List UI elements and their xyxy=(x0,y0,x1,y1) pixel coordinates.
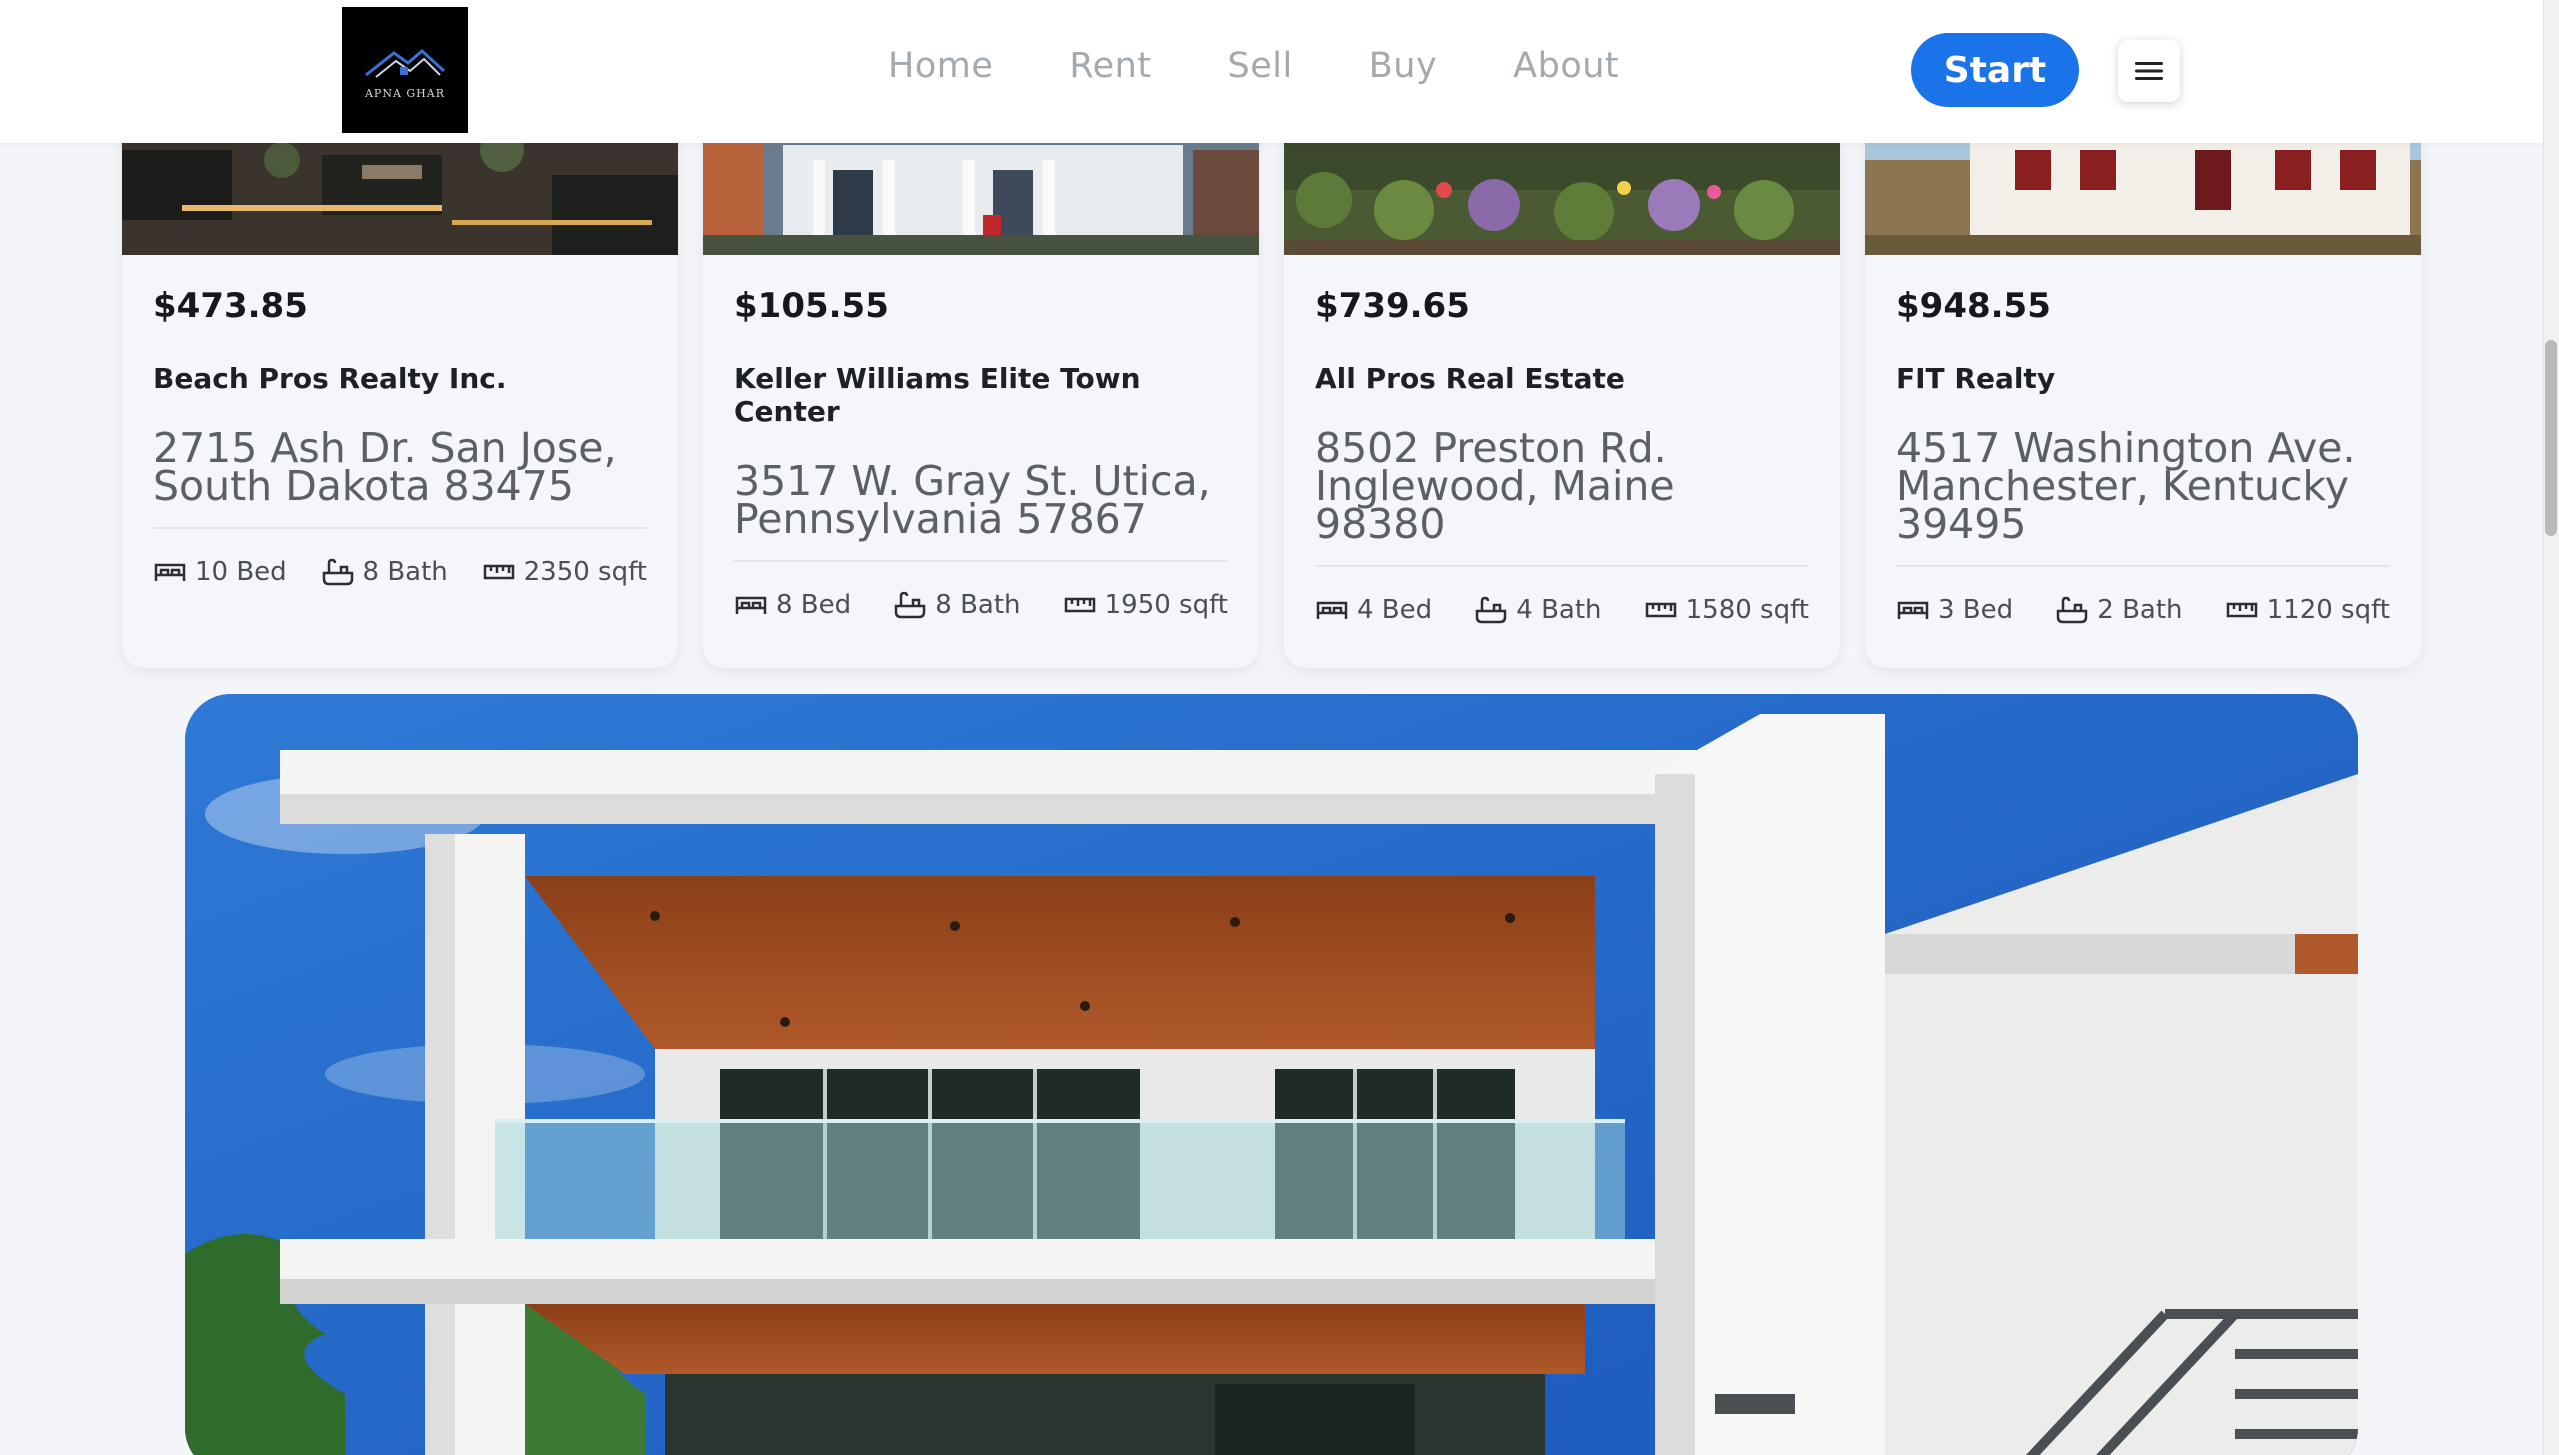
listing-features: 8 Bed 8 Bath 1950 sqft xyxy=(734,590,1228,620)
listing-price: $473.85 xyxy=(153,286,308,326)
hero-house-image xyxy=(185,694,2358,1455)
navbar: APNA GHAR Home Rent Sell Buy About Start xyxy=(0,0,2543,143)
bed-count: 10 Bed xyxy=(195,557,287,587)
card-body: $739.65 All Pros Real Estate 8502 Presto… xyxy=(1315,286,1809,625)
listing-features: 10 Bed 8 Bath 2350 sqft xyxy=(153,557,647,587)
ruler-icon xyxy=(483,564,514,580)
bath-icon xyxy=(322,558,353,586)
feature-bed: 3 Bed xyxy=(1896,595,2013,625)
listing-agency: Keller Williams Elite Town Center xyxy=(734,362,1141,428)
feature-bed: 10 Bed xyxy=(153,557,287,587)
feature-area: 1120 sqft xyxy=(2225,595,2390,625)
bed-icon xyxy=(1897,601,1929,619)
card-body: $948.55 FIT Realty 4517 Washington Ave. … xyxy=(1896,286,2390,625)
nav-link-home[interactable]: Home xyxy=(888,46,993,86)
brand-logo[interactable]: APNA GHAR xyxy=(342,7,468,133)
bed-icon xyxy=(1316,601,1348,619)
listing-features: 4 Bed 4 Bath 1580 sqft xyxy=(1315,595,1809,625)
ruler-icon xyxy=(1645,602,1676,618)
nav-link-buy[interactable]: Buy xyxy=(1369,46,1437,86)
card-divider xyxy=(153,527,647,529)
bath-count: 2 Bath xyxy=(2097,595,2183,625)
bath-count: 8 Bath xyxy=(362,557,448,587)
area-size: 1580 sqft xyxy=(1685,595,1809,625)
page-scrollbar[interactable] xyxy=(2543,0,2559,1455)
bed-icon xyxy=(154,563,186,581)
bath-icon xyxy=(1476,596,1507,624)
feature-bath: 8 Bath xyxy=(321,557,448,587)
feature-area: 1950 sqft xyxy=(1063,590,1228,620)
card-divider xyxy=(1896,565,2390,567)
nav-links: Home Rent Sell Buy About xyxy=(888,46,1695,86)
card-body: $473.85 Beach Pros Realty Inc. 2715 Ash … xyxy=(153,286,647,587)
nav-link-rent[interactable]: Rent xyxy=(1069,46,1151,86)
hamburger-menu-icon xyxy=(2135,62,2163,80)
feature-bed: 4 Bed xyxy=(1315,595,1432,625)
bath-count: 4 Bath xyxy=(1516,595,1602,625)
listing-address: 4517 Washington Ave. Manchester, Kentuck… xyxy=(1896,424,2356,548)
nav-link-sell[interactable]: Sell xyxy=(1228,46,1293,86)
listing-address: 3517 W. Gray St. Utica, Pennsylvania 578… xyxy=(734,457,1211,543)
scrollbar-thumb[interactable] xyxy=(2545,340,2557,536)
listing-agency: Beach Pros Realty Inc. xyxy=(153,362,507,395)
bed-count: 3 Bed xyxy=(1938,595,2014,625)
nav-link-about[interactable]: About xyxy=(1513,46,1619,86)
feature-bath: 2 Bath xyxy=(2055,595,2183,625)
listing-agency: FIT Realty xyxy=(1896,362,2056,395)
bed-count: 8 Bed xyxy=(776,590,852,620)
bed-count: 4 Bed xyxy=(1357,595,1433,625)
listing-features: 3 Bed 2 Bath 1120 sqft xyxy=(1896,595,2390,625)
bath-icon xyxy=(2057,596,2088,624)
bath-icon xyxy=(895,591,926,619)
logo-text: APNA GHAR xyxy=(364,86,446,100)
listing-price: $948.55 xyxy=(1896,286,2051,326)
bed-icon xyxy=(735,596,767,614)
listing-price: $105.55 xyxy=(734,286,889,326)
start-button[interactable]: Start xyxy=(1911,33,2079,107)
feature-bath: 8 Bath xyxy=(893,590,1021,620)
bath-count: 8 Bath xyxy=(935,590,1021,620)
ruler-icon xyxy=(1064,597,1095,613)
area-size: 1120 sqft xyxy=(2266,595,2390,625)
card-divider xyxy=(734,560,1228,562)
listing-agency: All Pros Real Estate xyxy=(1315,362,1625,395)
card-body: $105.55 Keller Williams Elite Town Cente… xyxy=(734,286,1228,620)
feature-area: 2350 sqft xyxy=(482,557,647,587)
feature-bath: 4 Bath xyxy=(1474,595,1602,625)
ruler-icon xyxy=(2226,602,2257,618)
menu-button[interactable] xyxy=(2118,40,2180,102)
listing-address: 8502 Preston Rd. Inglewood, Maine 98380 xyxy=(1315,424,1675,548)
feature-bed: 8 Bed xyxy=(734,590,851,620)
card-divider xyxy=(1315,565,1809,567)
listing-address: 2715 Ash Dr. San Jose, South Dakota 8347… xyxy=(153,424,617,510)
area-size: 1950 sqft xyxy=(1104,590,1228,620)
house-logo-icon xyxy=(365,48,446,78)
listing-price: $739.65 xyxy=(1315,286,1470,326)
area-size: 2350 sqft xyxy=(523,557,647,587)
modern-house-illustration xyxy=(185,694,2358,1455)
feature-area: 1580 sqft xyxy=(1644,595,1809,625)
